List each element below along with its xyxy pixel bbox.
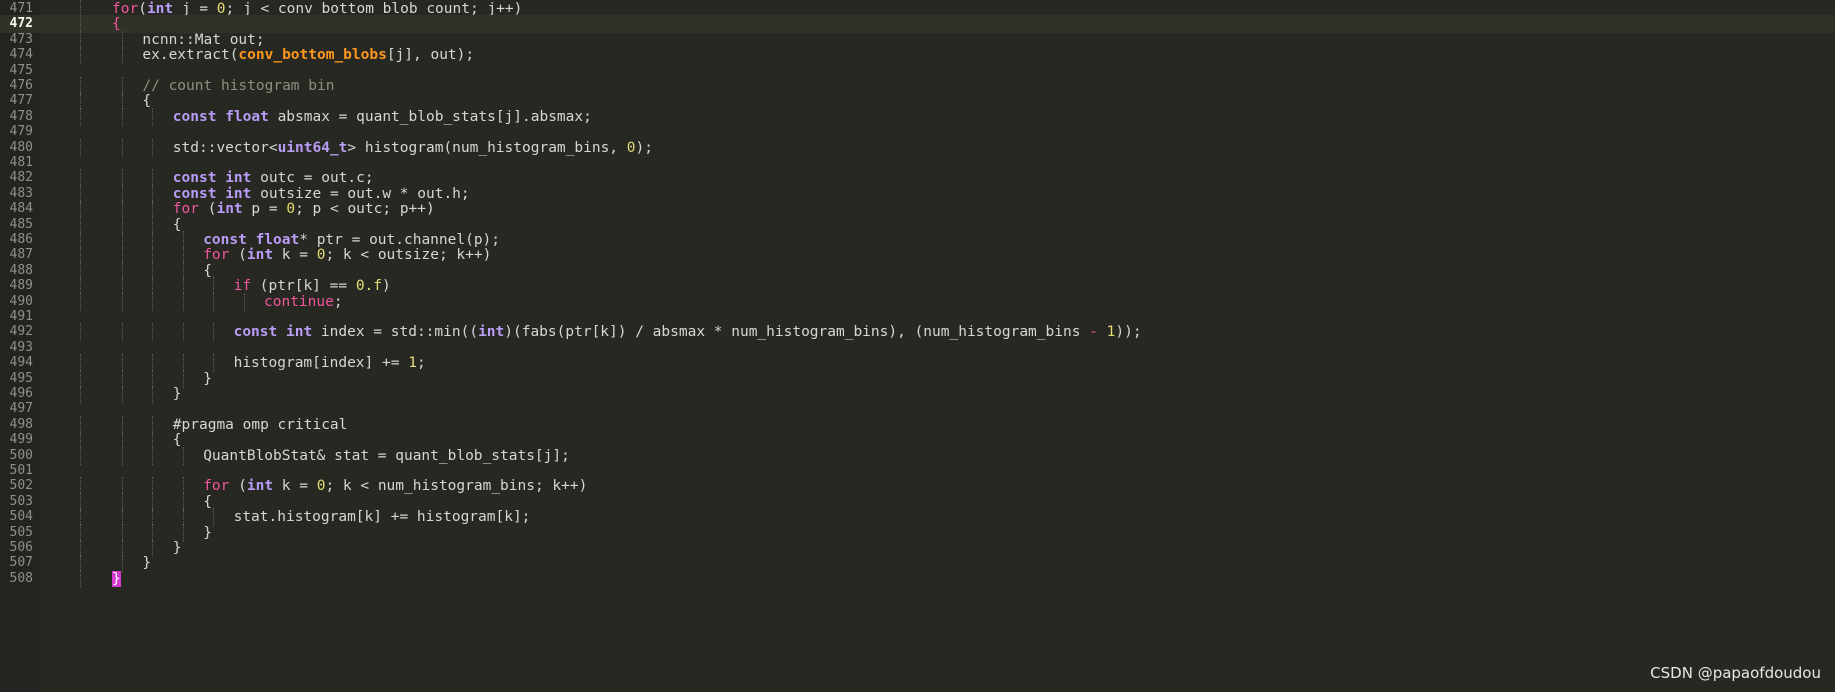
indent-guide bbox=[80, 569, 81, 588]
line-number: 508 bbox=[9, 570, 33, 586]
code-text: } bbox=[112, 570, 121, 588]
watermark: CSDN @papaofdoudou bbox=[1650, 664, 1821, 682]
code-token: } bbox=[112, 570, 121, 587]
code-editor[interactable]: 471 for(int j = 0; j < conv_bottom_blob_c… bbox=[0, 0, 1835, 692]
code-line[interactable]: 508} bbox=[0, 569, 1835, 588]
